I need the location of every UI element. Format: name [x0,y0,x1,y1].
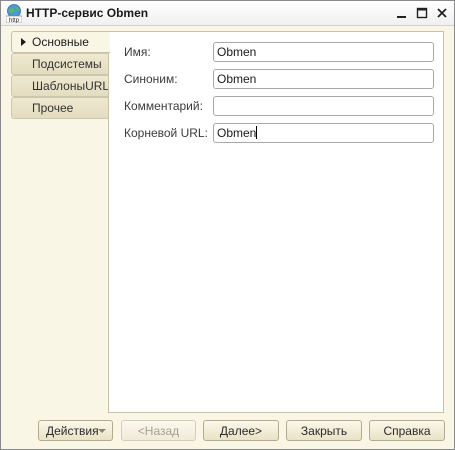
tab-main[interactable]: Основные [11,31,110,53]
next-button[interactable]: Далее> [203,420,279,441]
help-button[interactable]: Справка [369,420,445,441]
http-globe-icon: http [5,4,23,24]
maximize-button[interactable] [414,5,430,21]
chevron-down-icon [98,429,106,433]
close-window-button[interactable] [434,5,450,21]
back-button[interactable]: <Назад [121,420,196,441]
form-panel: Имя: Obmen Синоним: Obmen Комментарий: К… [108,31,444,413]
actions-label: Действия [46,423,99,438]
name-field[interactable]: Obmen [213,42,434,62]
tab-other[interactable]: Прочее [11,97,109,119]
comment-field[interactable] [213,96,434,116]
tab-label: Прочее [32,101,74,115]
close-button[interactable]: Закрыть [286,420,362,441]
comment-label: Комментарий: [124,99,203,113]
minimize-button[interactable] [394,5,410,21]
text-caret [256,126,258,139]
tab-label: Подсистемы [32,57,102,71]
root-url-value: Obmen [217,126,257,140]
tab-subsystems[interactable]: Подсистемы [11,53,109,75]
maximize-icon [416,7,428,19]
dialog-window: http HTTP-сервис Obmen Основные Подсисте… [0,0,455,450]
synonym-label: Синоним: [124,72,178,86]
close-icon [437,8,447,18]
tab-label: Основные [32,35,89,49]
minimize-icon [397,16,406,18]
tab-label: ШаблоныURL [32,79,110,93]
root-url-label: Корневой URL: [124,126,208,140]
synonym-field[interactable]: Obmen [213,69,434,89]
title-bar[interactable]: http HTTP-сервис Obmen [1,1,454,26]
active-tab-arrow-icon [21,38,26,46]
tab-url-templates[interactable]: ШаблоныURL [11,75,109,97]
actions-dropdown-button[interactable]: Действия [38,420,113,441]
window-title: HTTP-сервис Obmen [26,6,149,20]
name-label: Имя: [124,45,151,59]
svg-text:http: http [9,18,20,23]
tab-list: Основные Подсистемы ШаблоныURL Прочее [11,31,110,119]
root-url-field[interactable]: Obmen [213,123,434,143]
